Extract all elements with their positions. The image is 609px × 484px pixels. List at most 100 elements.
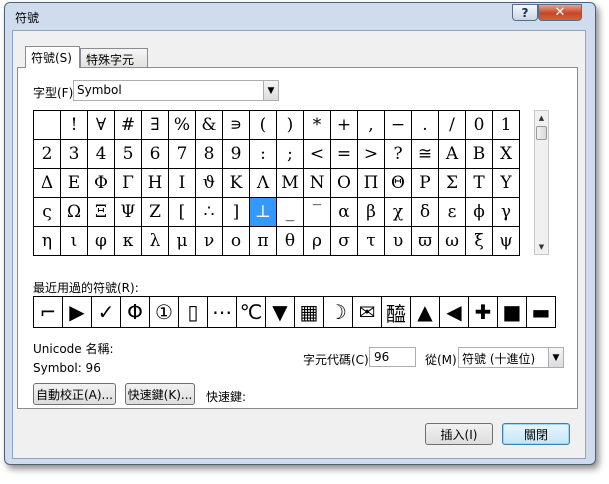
symbol-cell[interactable]: ∃ [142,111,169,140]
scroll-down-icon[interactable]: ▼ [535,240,548,254]
symbol-cell[interactable]: 2 [34,140,61,169]
symbol-cell[interactable]: Ν [304,169,331,198]
symbol-cell[interactable]: ∴ [196,198,223,227]
symbol-cell[interactable]: ν [196,227,223,256]
symbol-cell[interactable]: λ [142,227,169,256]
symbol-cell[interactable]: ξ [466,227,493,256]
symbol-cell[interactable]: ! [61,111,88,140]
symbol-cell[interactable]: 7 [169,140,196,169]
symbol-cell[interactable]: ϖ [412,227,439,256]
close-button[interactable]: 關閉 [502,423,570,445]
recent-symbol-cell[interactable]: ☽ [324,297,353,328]
symbol-cell[interactable]: Π [358,169,385,198]
symbol-cell[interactable]: Ο [331,169,358,198]
symbol-cell[interactable]: & [196,111,223,140]
scrollbar-thumb[interactable] [536,126,547,140]
symbol-cell[interactable]: σ [331,227,358,256]
recent-symbol-cell[interactable]: ✓ [92,297,121,328]
symbol-cell[interactable]: Ξ [88,198,115,227]
recent-symbol-cell[interactable]: ▶ [63,297,92,328]
tab-special-characters[interactable]: 特殊字元(P) [80,48,148,82]
symbol-cell[interactable]: Σ [439,169,466,198]
symbol-cell[interactable]: 6 [142,140,169,169]
symbol-cell[interactable]: τ [358,227,385,256]
symbol-cell[interactable]: χ [385,198,412,227]
autocorrect-button[interactable]: 自動校正(A)... [33,383,116,405]
recent-symbol-cell[interactable]: ✚ [469,297,498,328]
symbol-cell[interactable]: 3 [61,140,88,169]
symbol-cell[interactable]: : [250,140,277,169]
symbol-cell[interactable]: Δ [34,169,61,198]
symbol-cell[interactable]: 4 [88,140,115,169]
symbol-cell[interactable]: δ [412,198,439,227]
symbol-cell[interactable]: υ [385,227,412,256]
symbol-cell[interactable]: Θ [385,169,412,198]
symbol-cell[interactable]: # [115,111,142,140]
symbol-cell[interactable]: Μ [277,169,304,198]
symbol-cell[interactable]: Ψ [115,198,142,227]
symbol-cell[interactable]: ∍ [223,111,250,140]
recent-symbol-cell[interactable]: ▬ [527,297,556,328]
symbol-cell[interactable]: Χ [493,140,520,169]
symbol-cell[interactable]: ε [439,198,466,227]
symbol-cell[interactable]: μ [169,227,196,256]
symbol-cell[interactable]: ( [250,111,277,140]
font-select[interactable]: Symbol ▼ [73,80,279,101]
symbol-cell[interactable]: Ω [61,198,88,227]
char-code-input[interactable]: 96 [369,347,416,367]
symbol-cell[interactable]: * [304,111,331,140]
symbol-cell[interactable]: Γ [115,169,142,198]
symbol-cell[interactable]: π [250,227,277,256]
symbol-cell[interactable]: % [169,111,196,140]
recent-symbol-cell[interactable]: ▯ [179,297,208,328]
symbol-cell[interactable]: α [331,198,358,227]
symbol-cell[interactable]: ] [223,198,250,227]
recent-symbol-cell[interactable]: 醯 [382,297,411,328]
close-window-button[interactable]: ✕ [538,4,582,21]
symbol-cell[interactable]: ς [34,198,61,227]
shortcut-key-button[interactable]: 快速鍵(K)... [125,383,195,405]
symbol-cell[interactable]: η [34,227,61,256]
recent-symbol-cell[interactable]: ℃ [237,297,266,328]
symbol-cell[interactable]: ϑ [196,169,223,198]
symbol-cell[interactable]: ρ [304,227,331,256]
recent-symbol-cell[interactable]: ✉ [353,297,382,328]
symbol-cell[interactable]: ∀ [88,111,115,140]
symbol-cell[interactable]: _ [277,198,304,227]
symbol-cell[interactable]: Υ [493,169,520,198]
symbol-cell[interactable]: 0 [466,111,493,140]
symbol-cell[interactable]: Ρ [412,169,439,198]
symbol-cell[interactable]: 5 [115,140,142,169]
symbol-cell[interactable]: Ι [169,169,196,198]
symbol-cell[interactable]: ω [439,227,466,256]
symbol-cell[interactable]: Φ [88,169,115,198]
recent-symbol-cell[interactable]: ▼ [266,297,295,328]
recent-symbol-cell[interactable]: Φ [121,297,150,328]
recent-symbol-cell[interactable]: ◀ [440,297,469,328]
symbol-cell[interactable]: 8 [196,140,223,169]
symbol-cell[interactable]: β [358,198,385,227]
symbol-cell[interactable]: ‾ [304,198,331,227]
symbol-cell[interactable]: . [412,111,439,140]
symbol-cell[interactable]: ϕ [466,198,493,227]
help-button[interactable]: ? [512,4,538,21]
symbol-cell[interactable]: [ [169,198,196,227]
symbol-cell[interactable]: κ [115,227,142,256]
symbol-cell[interactable]: ο [223,227,250,256]
recent-symbol-cell[interactable]: ■ [498,297,527,328]
symbol-cell[interactable]: / [439,111,466,140]
symbol-cell[interactable]: ) [277,111,304,140]
symbol-cell[interactable]: ψ [493,227,520,256]
symbol-cell[interactable]: + [331,111,358,140]
symbol-cell[interactable]: 1 [493,111,520,140]
recent-symbol-cell[interactable]: ⋯ [208,297,237,328]
symbol-cell-selected[interactable]: ⊥ [250,198,277,227]
chevron-down-icon[interactable]: ▼ [263,81,278,100]
recent-symbol-cell[interactable]: ⌐ [34,297,63,328]
insert-button[interactable]: 插入(I) [425,423,493,445]
symbol-cell[interactable]: ι [61,227,88,256]
symbol-cell[interactable] [34,111,61,140]
symbol-cell[interactable]: Α [439,140,466,169]
recent-symbol-cell[interactable]: ▲ [411,297,440,328]
symbol-cell[interactable]: − [385,111,412,140]
